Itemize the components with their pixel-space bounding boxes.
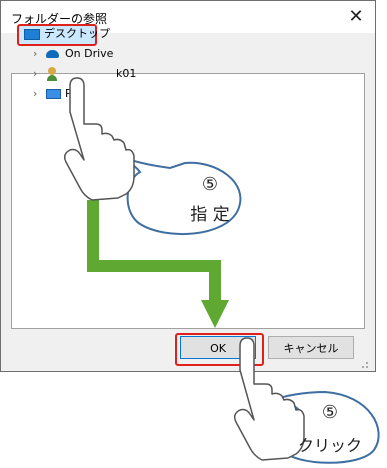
callout-number-1: ⑤ [201, 174, 219, 195]
resize-grip-icon [362, 362, 368, 368]
callout-text-2: クリック [297, 436, 362, 455]
callout-text-1: 指 定 [190, 205, 230, 225]
annotation-overlay [63, 77, 380, 464]
hand-pointer-icon [63, 77, 135, 201]
callout-number-2: ⑤ [321, 402, 339, 423]
